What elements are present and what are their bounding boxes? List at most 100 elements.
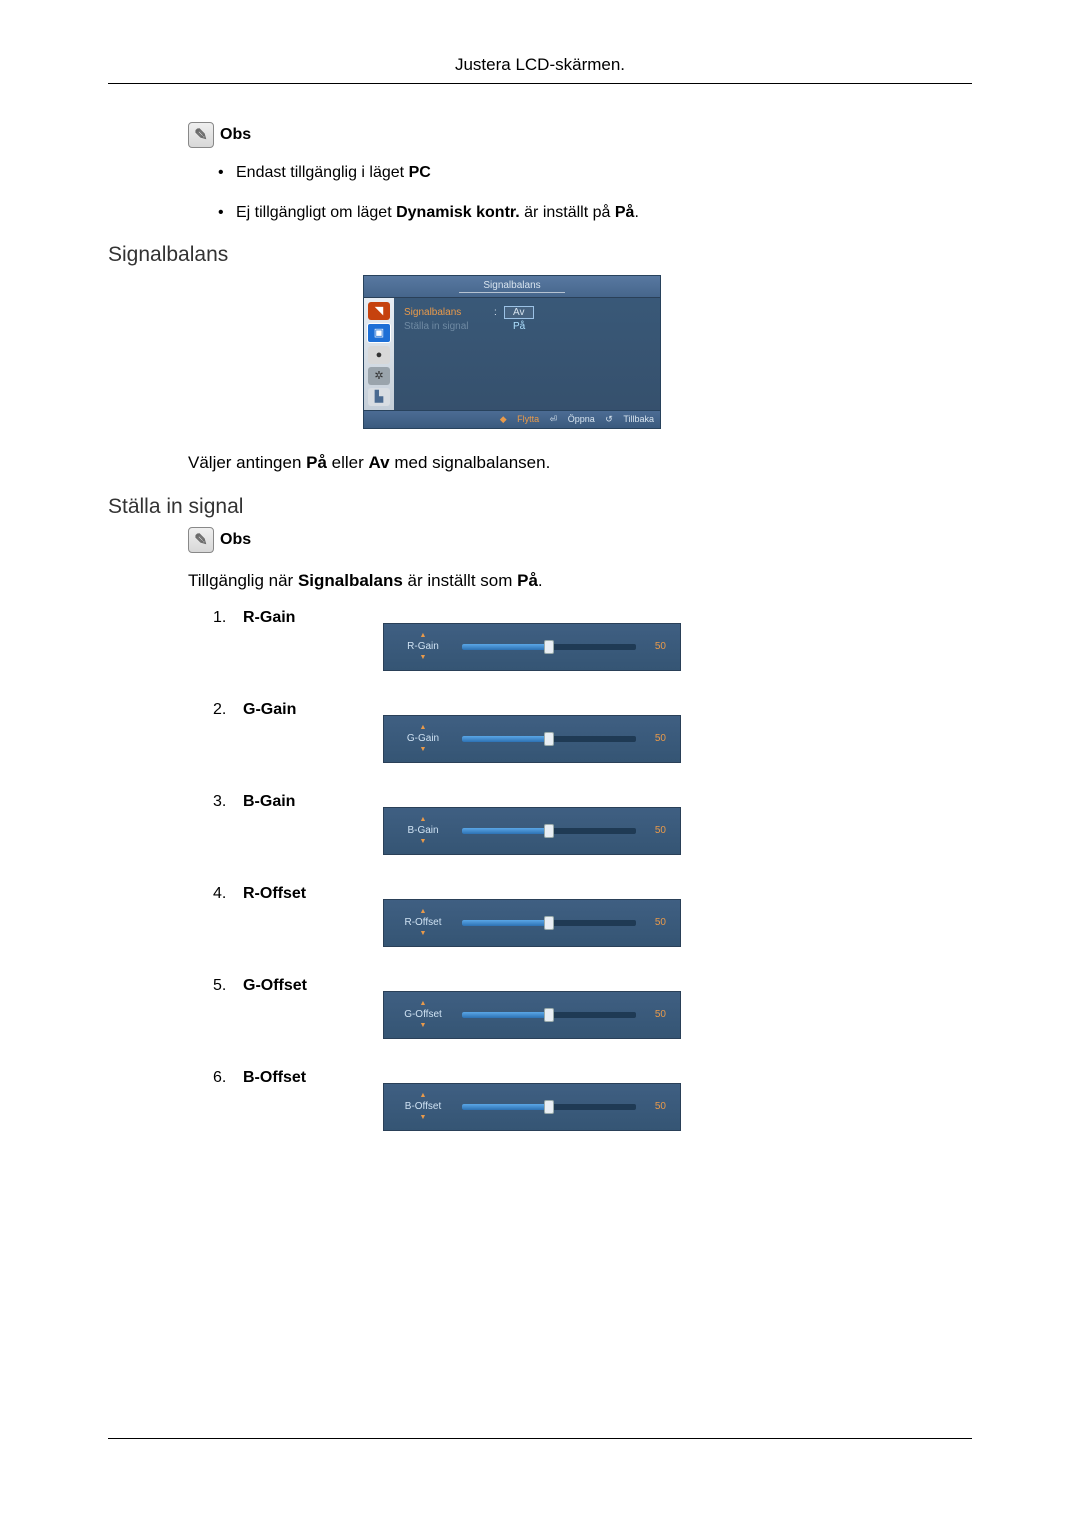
text: . [538, 571, 543, 590]
note-icon: ✎ [188, 122, 214, 148]
osd-item-signalbalans[interactable]: Signalbalans [404, 307, 494, 318]
slider-box: ▲B-Offset▼ 50 [383, 1083, 681, 1131]
osd-content: Signalbalans : Av Ställa in signal På [394, 298, 660, 410]
text: Tillgänglig när [188, 571, 298, 590]
text-bold: Signalbalans [298, 571, 403, 590]
signal-label: R-Gain [243, 609, 383, 627]
text-bold: PC [409, 164, 431, 181]
note-label: Obs [220, 531, 251, 549]
slider-value: 50 [646, 641, 666, 652]
arrow-down-icon[interactable]: ▼ [420, 930, 427, 937]
slider-label: ▲B-Gain▼ [394, 825, 452, 836]
slider-knob[interactable] [544, 1008, 554, 1022]
slider-value: 50 [646, 917, 666, 928]
note2-text: Tillgänglig när Signalbalans är inställt… [188, 571, 972, 591]
arrow-down-icon[interactable]: ▼ [420, 838, 427, 845]
osd-icon-lock[interactable]: ● [368, 346, 390, 364]
slider-value: 50 [646, 825, 666, 836]
slider-track[interactable] [462, 1104, 636, 1110]
arrow-up-icon[interactable]: ▲ [420, 816, 427, 823]
osd-hint-open: ⏎ Öppna [550, 414, 595, 424]
text: eller [327, 453, 369, 472]
text-bold: Dynamisk kontr. [396, 204, 520, 221]
slider-knob[interactable] [544, 916, 554, 930]
osd-icon-picture[interactable]: ◥ [368, 302, 390, 320]
osd-title-text: Signalbalans [459, 280, 564, 293]
arrow-up-icon[interactable]: ▲ [420, 1000, 427, 1007]
list-number [213, 609, 243, 627]
osd-option-pa[interactable]: På [505, 321, 533, 332]
slider-value: 50 [646, 1009, 666, 1020]
arrow-down-icon[interactable]: ▼ [420, 746, 427, 753]
note-icon: ✎ [188, 527, 214, 553]
arrow-down-icon[interactable]: ▼ [420, 1022, 427, 1029]
signal-item: R-Gain ▲R-Gain▼ 50 [213, 609, 972, 671]
signal-item: B-Gain ▲B-Gain▼ 50 [213, 793, 972, 855]
osd-sep: : [494, 307, 500, 318]
slider-box: ▲R-Offset▼ 50 [383, 899, 681, 947]
arrow-down-icon[interactable]: ▼ [420, 1114, 427, 1121]
arrow-up-icon[interactable]: ▲ [420, 632, 427, 639]
caption-signalbalans: Väljer antingen På eller Av med signalba… [188, 453, 972, 473]
note-bullet: Ej tillgängligt om läget Dynamisk kontr.… [218, 202, 972, 224]
slider-label: ▲G-Gain▼ [394, 733, 452, 744]
slider-knob[interactable] [544, 732, 554, 746]
osd-icon-image[interactable]: ▣ [367, 323, 391, 343]
signal-label: G-Offset [243, 977, 383, 995]
text: Ej tillgängligt om läget [236, 204, 396, 221]
text-bold: På [517, 571, 538, 590]
note-bullet: Endast tillgänglig i läget PC [218, 162, 972, 184]
signal-item: G-Offset ▲G-Offset▼ 50 [213, 977, 972, 1039]
signal-label: B-Offset [243, 1069, 383, 1087]
slider-track[interactable] [462, 1012, 636, 1018]
signal-item: B-Offset ▲B-Offset▼ 50 [213, 1069, 972, 1131]
slider-label: ▲B-Offset▼ [394, 1101, 452, 1112]
note-row: ✎ Obs [188, 122, 972, 148]
text: är inställt på [520, 204, 615, 221]
slider-fill [462, 736, 549, 742]
slider-track[interactable] [462, 920, 636, 926]
arrow-down-icon[interactable]: ▼ [420, 654, 427, 661]
slider-knob[interactable] [544, 640, 554, 654]
slider-track[interactable] [462, 736, 636, 742]
text: Väljer antingen [188, 453, 306, 472]
slider-value: 50 [646, 1101, 666, 1112]
osd-icon-stats[interactable]: ▙ [368, 388, 390, 406]
signal-adjust-list: R-Gain▲R-Gain▼50G-Gain▲G-Gain▼50B-Gain▲B… [108, 609, 972, 1131]
slider-fill [462, 920, 549, 926]
section-heading-stalla: Ställa in signal [108, 495, 972, 519]
slider-track[interactable] [462, 828, 636, 834]
signal-item: R-Offset ▲R-Offset▼ 50 [213, 885, 972, 947]
osd-icon-settings[interactable]: ✲ [368, 367, 390, 385]
slider-label: ▲G-Offset▼ [394, 1009, 452, 1020]
text: . [634, 204, 638, 221]
osd-title: Signalbalans [364, 276, 660, 298]
slider-knob[interactable] [544, 1100, 554, 1114]
list-number [213, 701, 243, 719]
slider-label: ▲R-Offset▼ [394, 917, 452, 928]
slider-track[interactable] [462, 644, 636, 650]
arrow-up-icon[interactable]: ▲ [420, 1092, 427, 1099]
osd-option-av[interactable]: Av [504, 306, 534, 319]
slider-knob[interactable] [544, 824, 554, 838]
slider-fill [462, 1012, 549, 1018]
text: är inställt som [403, 571, 517, 590]
slider-box: ▲G-Gain▼50 [383, 715, 681, 763]
text-bold: På [615, 204, 635, 221]
arrow-up-icon[interactable]: ▲ [420, 908, 427, 915]
arrow-up-icon[interactable]: ▲ [420, 724, 427, 731]
slider-fill [462, 1104, 549, 1110]
slider-fill [462, 828, 549, 834]
text: med signalbalansen. [390, 453, 551, 472]
section-heading-signalbalans: Signalbalans [108, 243, 972, 267]
list-number [213, 793, 243, 811]
slider-label: ▲R-Gain▼ [394, 641, 452, 652]
slider-box: ▲R-Gain▼ 50 [383, 623, 681, 671]
header-rule [108, 83, 972, 84]
signal-label: B-Gain [243, 793, 383, 811]
osd-hint-back: ↺ Tillbaka [605, 414, 654, 424]
signal-label: R-Offset [243, 885, 383, 903]
text-bold: Av [369, 453, 390, 472]
text: Endast tillgänglig i läget [236, 164, 409, 181]
osd-footer: ◆ Flytta ⏎ Öppna ↺ Tillbaka [364, 410, 660, 428]
